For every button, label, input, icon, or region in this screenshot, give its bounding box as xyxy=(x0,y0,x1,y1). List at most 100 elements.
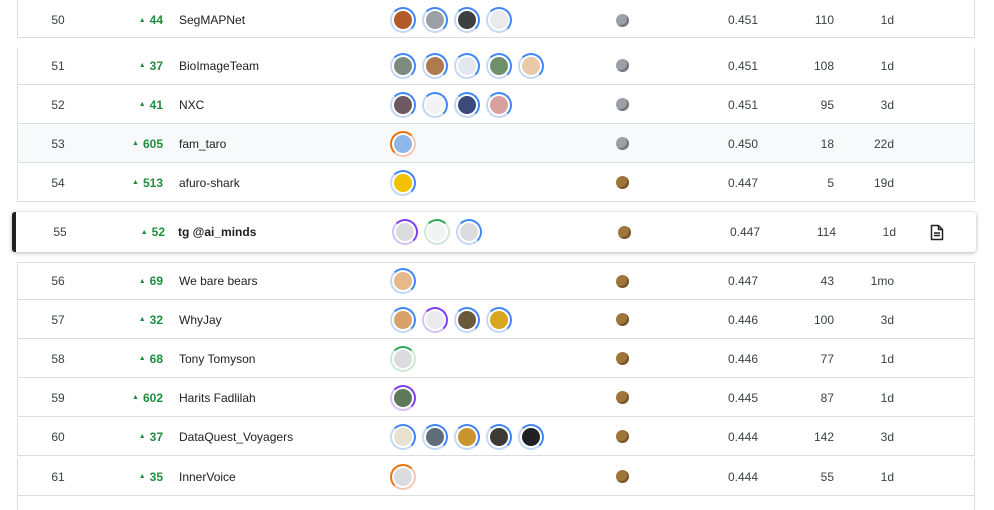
avatar-image xyxy=(522,427,540,446)
last-submission: 1d xyxy=(880,390,894,405)
bronze-medal-icon xyxy=(615,352,629,365)
score: 0.450 xyxy=(727,136,758,151)
member-avatar[interactable] xyxy=(424,219,450,245)
member-avatar[interactable] xyxy=(422,7,448,33)
member-avatar[interactable] xyxy=(390,268,416,294)
team-name[interactable]: InnerVoice xyxy=(179,458,236,495)
member-avatar[interactable] xyxy=(390,384,416,411)
avatar-image xyxy=(394,467,412,486)
rank-cell: 59 xyxy=(51,390,65,405)
leaderboard-row[interactable]: 60 ▲ 37 DataQuest_Voyagers 0.444 142 3d xyxy=(17,418,975,456)
avatar-image xyxy=(458,11,476,29)
member-avatar[interactable] xyxy=(392,219,418,245)
team-name[interactable]: tg @ai_minds xyxy=(178,212,256,252)
member-avatar[interactable] xyxy=(390,463,416,490)
team-name[interactable]: SegMAPNet xyxy=(179,1,245,39)
team-name[interactable]: afuro-shark xyxy=(179,164,240,201)
bronze-medal-icon xyxy=(615,430,629,443)
member-avatar[interactable] xyxy=(390,91,416,118)
team-members xyxy=(390,164,416,201)
team-name[interactable]: DataQuest_Voyagers xyxy=(179,418,293,455)
rank-change-value: 513 xyxy=(142,175,163,190)
leaderboard-row[interactable]: 57 ▲ 32 WhyJay 0.446 100 3d xyxy=(17,301,975,339)
avatar-image xyxy=(428,223,446,241)
entries-count: 43 xyxy=(820,274,834,288)
member-avatar[interactable] xyxy=(422,306,448,333)
leaderboard-row[interactable]: 56 ▲ 69 We bare bears 0.447 43 1mo xyxy=(17,262,975,300)
member-avatar[interactable] xyxy=(486,91,512,118)
rank-change-value: 37 xyxy=(149,58,163,73)
team-members xyxy=(392,212,482,252)
silver-medal-icon xyxy=(615,59,629,72)
leaderboard-row[interactable]: 61 ▲ 35 InnerVoice 0.444 55 1d xyxy=(17,458,975,496)
rank-cell: 50 xyxy=(51,13,65,27)
member-avatar[interactable] xyxy=(422,423,448,450)
avatar-image xyxy=(394,11,412,29)
avatar-image xyxy=(394,95,412,114)
member-avatar[interactable] xyxy=(454,91,480,118)
member-avatar[interactable] xyxy=(422,52,448,79)
bronze-medal-icon xyxy=(615,176,629,189)
rank-change-value: 52 xyxy=(151,225,165,239)
caret-up-icon: ▲ xyxy=(140,228,148,236)
leaderboard-row[interactable]: 54 ▲ 513 afuro-shark 0.447 5 19d xyxy=(17,164,975,202)
member-avatar[interactable] xyxy=(486,423,512,450)
member-avatar[interactable] xyxy=(456,219,482,245)
caret-up-icon: ▲ xyxy=(132,179,139,186)
member-avatar[interactable] xyxy=(390,169,416,196)
rank-change: ▲ 35 xyxy=(108,458,163,495)
leaderboard-row[interactable]: 58 ▲ 68 Tony Tomyson 0.446 77 1d xyxy=(17,340,975,378)
rank-cell: 55 xyxy=(53,225,67,239)
team-members xyxy=(390,1,512,39)
medal xyxy=(615,263,629,299)
team-name[interactable]: Tony Tomyson xyxy=(179,340,255,377)
member-avatar[interactable] xyxy=(390,306,416,333)
avatar-image xyxy=(394,272,412,290)
rank-change: ▲ 605 xyxy=(108,125,163,162)
avatar-image xyxy=(426,56,444,75)
leaderboard-row-own-team[interactable]: 55 ▲ 52 tg @ai_minds 0.447 114 1d xyxy=(12,212,976,252)
leaderboard-row[interactable]: 51 ▲ 37 BioImageTeam 0.451 108 1d xyxy=(17,47,975,85)
team-name[interactable]: We bare bears xyxy=(179,263,258,299)
last-submission: 3d xyxy=(880,97,894,112)
team-name[interactable]: NXC xyxy=(179,86,204,123)
member-avatar[interactable] xyxy=(518,52,544,79)
team-name[interactable]: BioImageTeam xyxy=(179,47,259,84)
medal xyxy=(615,418,629,455)
team-name[interactable]: fam_taro xyxy=(179,125,226,162)
team-name[interactable]: Harits Fadlilah xyxy=(179,379,256,416)
team-name[interactable]: WhyJay xyxy=(179,301,222,338)
member-avatar[interactable] xyxy=(486,52,512,79)
document-icon[interactable] xyxy=(930,212,944,252)
member-avatar[interactable] xyxy=(390,423,416,450)
member-avatar[interactable] xyxy=(454,423,480,450)
rank-cell: 60 xyxy=(51,429,65,444)
member-avatar[interactable] xyxy=(390,345,416,372)
member-avatar[interactable] xyxy=(390,130,416,157)
entries-count: 142 xyxy=(813,429,834,444)
avatar-image xyxy=(490,310,508,329)
leaderboard-row[interactable] xyxy=(17,497,975,510)
leaderboard-row[interactable]: 50 ▲ 44 SegMAPNet 0.451 110 1d xyxy=(17,0,975,38)
avatar-image xyxy=(426,427,444,446)
member-avatar[interactable] xyxy=(422,91,448,118)
entries-count: 77 xyxy=(820,351,834,366)
member-avatar[interactable] xyxy=(486,7,512,33)
rank-change-value: 602 xyxy=(142,390,163,405)
member-avatar[interactable] xyxy=(454,52,480,79)
avatar-image xyxy=(490,427,508,446)
last-submission: 22d xyxy=(873,136,894,151)
last-submission: 1d xyxy=(880,58,894,73)
score: 0.446 xyxy=(727,351,758,366)
leaderboard-row[interactable]: 59 ▲ 602 Harits Fadlilah 0.445 87 1d xyxy=(17,379,975,417)
rank-cell: 54 xyxy=(51,175,65,190)
member-avatar[interactable] xyxy=(518,423,544,450)
leaderboard-row[interactable]: 52 ▲ 41 NXC 0.451 95 3d xyxy=(17,86,975,124)
member-avatar[interactable] xyxy=(390,52,416,79)
member-avatar[interactable] xyxy=(390,7,416,33)
leaderboard-row[interactable]: 53 ▲ 605 fam_taro 0.450 18 22d xyxy=(17,125,975,163)
member-avatar[interactable] xyxy=(454,306,480,333)
leaderboard: 50 ▲ 44 SegMAPNet 0.451 110 1d 51 ▲ 37 BioImageTea… xyxy=(0,0,994,510)
member-avatar[interactable] xyxy=(454,7,480,33)
member-avatar[interactable] xyxy=(486,306,512,333)
